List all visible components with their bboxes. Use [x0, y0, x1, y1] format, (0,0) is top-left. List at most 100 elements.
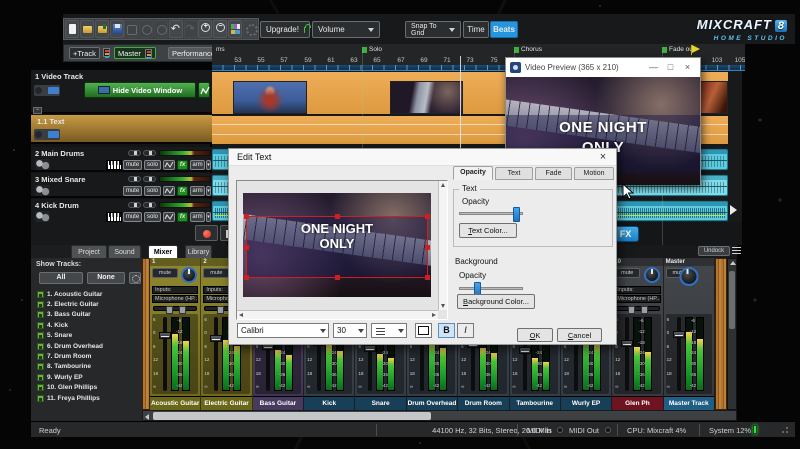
pan-mini-slider[interactable] [143, 202, 156, 208]
checkbox-icon[interactable] [37, 374, 44, 381]
fader-handle[interactable] [210, 335, 222, 342]
pan-slider[interactable] [153, 306, 197, 311]
new-file-icon[interactable] [65, 20, 79, 38]
fader-handle[interactable] [519, 347, 531, 354]
mute-button[interactable]: mute [203, 268, 229, 278]
pan-mini-slider[interactable] [143, 150, 156, 156]
volume-mini-slider[interactable] [128, 150, 141, 156]
timeline-marker[interactable]: Fade out [662, 46, 695, 53]
checkbox-icon[interactable] [37, 301, 44, 308]
mute-button[interactable]: mute [123, 186, 142, 196]
arm-button[interactable]: arm [190, 160, 205, 170]
publish-icon[interactable] [154, 20, 168, 38]
minimize-button[interactable]: — [645, 60, 662, 75]
undo-icon[interactable] [169, 20, 183, 38]
volume-knob[interactable] [181, 267, 197, 283]
italic-button[interactable]: I [457, 323, 474, 338]
dialog-titlebar[interactable]: Edit Text × [229, 149, 616, 166]
volume-fader[interactable] [677, 317, 681, 391]
track-list-item[interactable]: 10. Glen Phillips [37, 383, 97, 393]
mute-button[interactable]: mute [614, 268, 640, 278]
scroll-down-icon[interactable] [441, 304, 445, 308]
text-align-select[interactable] [371, 323, 407, 338]
maximize-button[interactable]: □ [662, 60, 679, 75]
cancel-button[interactable]: Cancel [557, 328, 602, 342]
checkbox-icon[interactable] [37, 353, 44, 360]
pan-slider[interactable] [615, 306, 659, 311]
checkbox-icon[interactable] [37, 343, 44, 350]
mute-button[interactable]: mute [123, 160, 142, 170]
mixer-scrollbar[interactable] [727, 258, 737, 410]
track-list-item[interactable]: 11. Freya Phillips [37, 393, 100, 403]
burn-cd-icon[interactable] [139, 20, 153, 38]
video-preview-titlebar[interactable]: Video Preview (365 x 210) — □ × [506, 58, 700, 77]
automation-toggle-icon[interactable] [198, 82, 210, 98]
edit-overlay-text[interactable]: ONE NIGHTONLY [247, 221, 427, 251]
bg-opacity-slider[interactable] [459, 287, 523, 290]
mixer-view-icon[interactable] [228, 20, 242, 38]
piano-roll-icon[interactable] [106, 212, 122, 222]
upgrade-button[interactable]: Upgrade! [260, 21, 310, 38]
loop-end-marker[interactable] [730, 205, 737, 215]
track-header-drums[interactable]: 2 Main Drumsmutesolofxarm▾ [31, 147, 212, 172]
mixdown-icon[interactable] [124, 20, 138, 38]
checkbox-icon[interactable] [37, 384, 44, 391]
scroll-up-icon[interactable] [730, 261, 736, 265]
arm-button[interactable]: arm [190, 186, 205, 196]
scrollbar-thumb[interactable] [729, 271, 735, 329]
close-icon[interactable]: × [596, 151, 610, 163]
resize-handle[interactable] [425, 214, 430, 219]
volume-mini-slider[interactable] [128, 176, 141, 182]
menu-icon[interactable] [732, 247, 741, 255]
track-list-icon[interactable] [103, 48, 110, 57]
zoom-in-icon[interactable] [198, 20, 212, 38]
dialog-tab-text[interactable]: Text [495, 167, 533, 180]
open-folder-icon[interactable] [80, 20, 94, 38]
solo-button[interactable]: solo [144, 212, 161, 222]
automation-icon[interactable] [163, 186, 175, 196]
fader-handle[interactable] [159, 332, 171, 339]
bold-button[interactable]: B [438, 323, 455, 338]
font-family-select[interactable]: Calibri [237, 323, 329, 338]
mute-button[interactable]: mute [123, 212, 142, 222]
track-list-item[interactable]: 2. Electric Guitar [37, 299, 99, 309]
settings-icon[interactable] [243, 20, 257, 38]
automation-icon[interactable] [163, 160, 175, 170]
chevron-down-icon[interactable]: ▾ [206, 186, 211, 196]
solo-button[interactable]: solo [144, 160, 161, 170]
solo-button[interactable]: solo [144, 186, 161, 196]
all-button[interactable]: All [39, 272, 83, 284]
text-color-swatch[interactable] [415, 323, 432, 338]
track-header-text[interactable]: 1.1 Text [31, 115, 212, 144]
track-list-item[interactable]: 1. Acoustic Guitar [37, 289, 102, 299]
master-track-button[interactable]: Master [114, 47, 156, 59]
track-list-item[interactable]: 7. Drum Room [37, 351, 91, 361]
preview-hscrollbar[interactable] [237, 310, 438, 319]
import-icon[interactable] [95, 20, 109, 38]
close-button[interactable]: × [679, 60, 696, 75]
scroll-right-icon[interactable] [432, 313, 436, 317]
automation-type-dropdown[interactable]: Volume [312, 21, 380, 38]
scroll-left-icon[interactable] [239, 313, 243, 317]
track-list-item[interactable]: 6. Drum Overhead [37, 341, 103, 351]
checkbox-icon[interactable] [37, 322, 44, 329]
track-list-item[interactable]: 4. Kick [37, 320, 68, 330]
fx-button[interactable]: fx [177, 160, 188, 170]
resize-grip[interactable] [780, 426, 789, 435]
automation-icon[interactable] [163, 212, 175, 222]
input-select[interactable]: Microphone (HP... [152, 295, 198, 303]
text-color-button[interactable]: Text Color... [459, 223, 517, 238]
volume-mini-slider[interactable] [128, 202, 141, 208]
track-list-item[interactable]: 9. Wurly EP [37, 372, 83, 382]
scrollbar-thumb[interactable] [153, 412, 431, 420]
resize-handle[interactable] [244, 275, 249, 280]
tab-project[interactable]: Project [71, 245, 107, 258]
timeline-marker[interactable]: Chorus [514, 46, 542, 53]
slider-thumb[interactable] [513, 207, 520, 222]
zoom-out-icon[interactable] [213, 20, 227, 38]
text-opacity-slider[interactable] [459, 212, 523, 215]
arm-button[interactable]: arm [190, 212, 205, 222]
time-mode-button[interactable]: Time [463, 21, 489, 38]
beats-mode-button[interactable]: Beats [490, 21, 518, 38]
save-icon[interactable] [110, 20, 124, 38]
